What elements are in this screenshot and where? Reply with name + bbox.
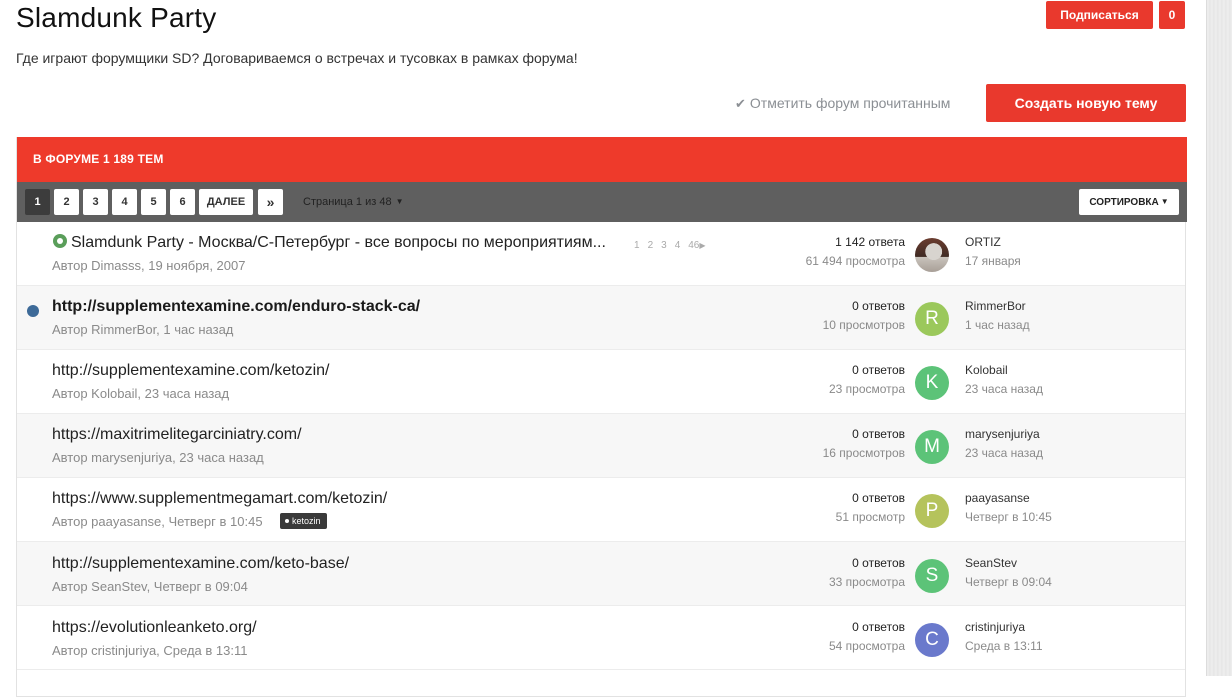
avatar[interactable]: K	[915, 366, 949, 400]
view-count: 23 просмотра	[828, 382, 905, 396]
topic-author-meta: Автор Kolobail, 23 часа назад	[52, 386, 230, 401]
page-link-6[interactable]: 6	[170, 189, 195, 215]
caret-down-icon: ▼	[1160, 197, 1169, 206]
topic-title-link[interactable]: https://maxitrimelitegarciniatry.com/	[52, 426, 302, 444]
pin-icon	[53, 234, 67, 248]
mini-page-link[interactable]: 2	[648, 240, 654, 251]
last-poster-link[interactable]: paayasanse	[965, 491, 1030, 505]
caret-right-icon: ▶	[699, 241, 706, 250]
reply-count: 1 142 ответа	[835, 235, 905, 249]
topic-title-link[interactable]: https://evolutionleanketo.org/	[52, 619, 257, 637]
view-count: 16 просмотров	[822, 446, 905, 460]
topic-title-link[interactable]: http://supplementexamine.com/keto-base/	[52, 555, 349, 573]
sort-button[interactable]: СОРТИРОВКА ▼	[1079, 189, 1179, 215]
reply-count: 0 ответов	[852, 620, 905, 634]
topic-row: https://www.supplementmegamart.com/ketoz…	[17, 478, 1185, 542]
reply-count: 0 ответов	[852, 299, 905, 313]
last-poster-link[interactable]: RimmerBor	[965, 299, 1026, 313]
page-link-4[interactable]: 4	[112, 189, 137, 215]
last-poster-link[interactable]: cristinjuriya	[965, 620, 1025, 634]
topic-title-link[interactable]: https://www.supplementmegamart.com/ketoz…	[52, 490, 387, 508]
topic-row: http://supplementexamine.com/keto-base/ …	[17, 542, 1185, 606]
topic-mini-pagination: 1 2 3 4 46▶	[634, 240, 706, 251]
page-title: Slamdunk Party	[16, 2, 217, 33]
sort-label: СОРТИРОВКА	[1089, 197, 1159, 208]
topic-row: http://supplementexamine.com/ketozin/ Ав…	[17, 350, 1185, 414]
avatar[interactable]: P	[915, 494, 949, 528]
page-link-1[interactable]: 1	[25, 189, 50, 215]
topic-author-meta: Автор marysenjuriya, 23 часа назад	[52, 450, 264, 465]
topic-list-container: В ФОРУМЕ 1 189 ТЕМ 1 2 3 4 5 6 ДАЛЕЕ » С…	[16, 137, 1187, 697]
last-post-time: 23 часа назад	[965, 446, 1043, 460]
unread-indicator-icon	[27, 305, 39, 317]
reply-count: 0 ответов	[852, 491, 905, 505]
topic-title-link[interactable]: http://supplementexamine.com/ketozin/	[52, 362, 329, 380]
page-link-5[interactable]: 5	[141, 189, 166, 215]
view-count: 61 494 просмотра	[805, 254, 905, 268]
reply-count: 0 ответов	[852, 556, 905, 570]
last-poster-link[interactable]: marysenjuriya	[965, 427, 1040, 441]
page-info-dropdown[interactable]: Страница 1 из 48 ▼	[303, 196, 404, 208]
avatar[interactable]: M	[915, 430, 949, 464]
check-icon: ✔	[735, 96, 746, 111]
mini-page-link[interactable]: 3	[661, 240, 667, 251]
caret-down-icon: ▼	[395, 197, 404, 206]
avatar[interactable]: S	[915, 559, 949, 593]
view-count: 54 просмотра	[828, 639, 905, 653]
forum-page: Slamdunk Party Где играют форумщики SD? …	[0, 0, 1206, 697]
subscribe-count[interactable]: 0	[1159, 1, 1185, 29]
create-topic-button[interactable]: Создать новую тему	[986, 84, 1186, 122]
topic-author-meta: Автор paayasanse, Четверг в 10:45	[52, 514, 263, 529]
topic-count-header: В ФОРУМЕ 1 189 ТЕМ	[17, 137, 1187, 182]
topic-title-link[interactable]: Slamdunk Party - Москва/С-Петербург - вс…	[71, 234, 606, 252]
mini-page-link[interactable]: 4	[675, 240, 681, 251]
mark-read-label: Отметить форум прочитанным	[749, 95, 951, 111]
page-info-label: Страница 1 из 48	[303, 196, 392, 208]
last-post-time: Среда в 13:11	[965, 639, 1043, 653]
view-count: 10 просмотров	[822, 318, 905, 332]
mark-forum-read-link[interactable]: ✔ Отметить форум прочитанным	[735, 95, 950, 112]
topic-row: https://evolutionleanketo.org/ Автор cri…	[17, 606, 1185, 670]
last-page-button[interactable]: »	[258, 189, 283, 215]
next-page-button[interactable]: ДАЛЕЕ	[199, 189, 253, 215]
topic-row: Slamdunk Party - Москва/С-Петербург - вс…	[17, 222, 1185, 286]
mini-page-link[interactable]: 1	[634, 240, 640, 251]
topic-row: https://maxitrimelitegarciniatry.com/ Ав…	[17, 414, 1185, 478]
forum-description: Где играют форумщики SD? Договариваемся …	[16, 50, 578, 66]
topic-author-meta: Автор SeanStev, Четверг в 09:04	[52, 579, 248, 594]
mini-page-link[interactable]: 46	[688, 240, 699, 251]
last-post-time: Четверг в 10:45	[965, 510, 1052, 524]
last-post-time: 23 часа назад	[965, 382, 1043, 396]
topic-title-link[interactable]: http://supplementexamine.com/enduro-stac…	[52, 298, 420, 316]
last-post-time: 17 января	[965, 254, 1021, 268]
avatar[interactable]: R	[915, 302, 949, 336]
reply-count: 0 ответов	[852, 427, 905, 441]
topic-author-meta: Автор cristinjuriya, Среда в 13:11	[52, 643, 248, 658]
page-background-strip	[1206, 0, 1232, 676]
last-poster-link[interactable]: SeanStev	[965, 556, 1017, 570]
view-count: 33 просмотра	[828, 575, 905, 589]
reply-count: 0 ответов	[852, 363, 905, 377]
view-count: 51 просмотр	[835, 510, 905, 524]
last-poster-link[interactable]: Kolobail	[965, 363, 1008, 377]
last-poster-link[interactable]: ORTIZ	[965, 235, 1001, 249]
topic-tag[interactable]: ketozin	[280, 513, 327, 529]
pagination-bar: 1 2 3 4 5 6 ДАЛЕЕ » Страница 1 из 48 ▼ СО…	[17, 182, 1187, 222]
avatar[interactable]	[915, 238, 949, 272]
last-post-time: 1 час назад	[965, 318, 1030, 332]
subscribe-button[interactable]: Подписаться	[1046, 1, 1153, 29]
page-link-3[interactable]: 3	[83, 189, 108, 215]
avatar[interactable]: C	[915, 623, 949, 657]
topic-author-meta: Автор RimmerBor, 1 час назад	[52, 322, 234, 337]
topic-author-meta: Автор Dimasss, 19 ноября, 2007	[52, 258, 246, 273]
last-post-time: Четверг в 09:04	[965, 575, 1052, 589]
page-link-2[interactable]: 2	[54, 189, 79, 215]
topic-row: http://supplementexamine.com/enduro-stac…	[17, 286, 1185, 350]
